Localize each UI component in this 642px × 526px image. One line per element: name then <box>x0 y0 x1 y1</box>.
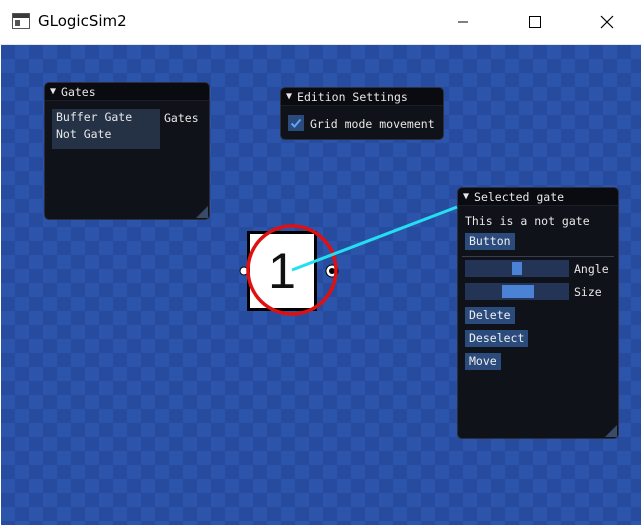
gate-overlay <box>239 205 458 316</box>
window-title: GLogicSim2 <box>38 12 127 30</box>
minimize-icon <box>458 21 468 23</box>
minimize-button[interactable] <box>440 0 486 44</box>
maximize-button[interactable] <box>512 0 558 44</box>
maximize-icon <box>529 16 541 28</box>
app-icon <box>12 13 30 29</box>
close-button[interactable] <box>584 0 630 44</box>
close-icon <box>600 15 614 29</box>
simulation-canvas[interactable]: ▼ Gates Buffer Gate Not Gate Gates ▼ Edi… <box>1 45 641 525</box>
link-line <box>291 205 458 272</box>
title-bar: GLogicSim2 <box>0 0 642 45</box>
output-pin-center-icon <box>329 268 335 274</box>
